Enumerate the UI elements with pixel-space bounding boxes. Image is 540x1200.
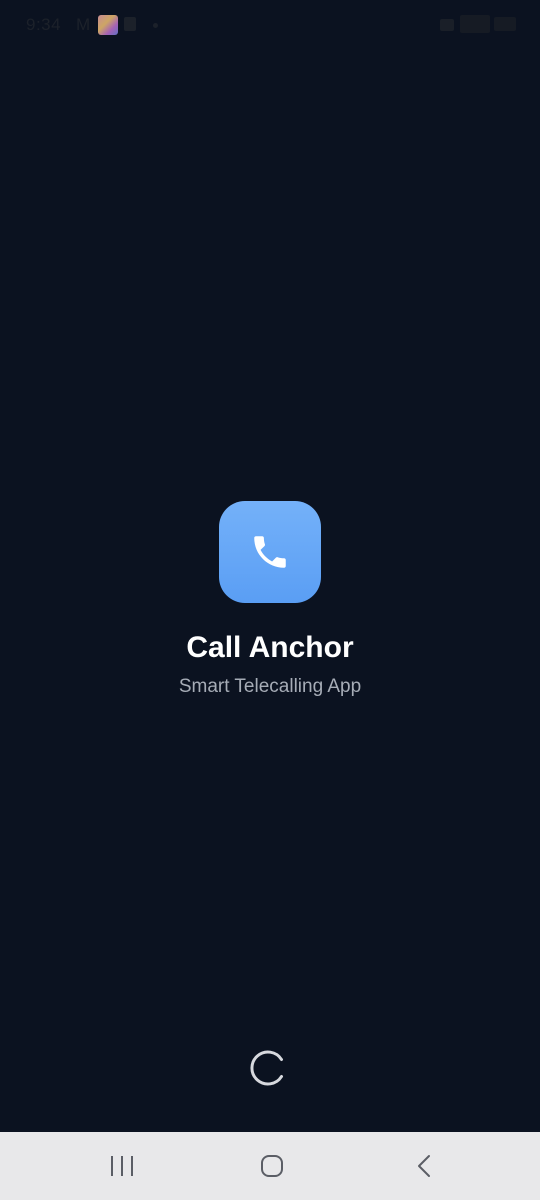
- status-right-icons: [440, 15, 516, 35]
- home-button[interactable]: [232, 1132, 312, 1200]
- back-button[interactable]: [384, 1132, 464, 1200]
- app-thumbnail-icon: [98, 15, 118, 35]
- wifi-icon: [440, 19, 454, 31]
- loading-spinner-icon: [250, 1050, 283, 1086]
- recents-icon: [111, 1156, 133, 1176]
- splash-screen: 9:34 M Call Anchor Smart Telecalling App: [0, 0, 540, 1200]
- app-subtitle: Smart Telecalling App: [178, 676, 362, 697]
- recents-button[interactable]: [82, 1132, 162, 1200]
- home-icon: [261, 1155, 283, 1177]
- status-bar: 9:34 M: [0, 0, 540, 52]
- carrier-icon: M: [76, 15, 91, 34]
- navigation-bar: [0, 1132, 540, 1200]
- notification-badge-icon: [124, 17, 136, 31]
- signal-icon: [460, 15, 490, 33]
- app-title: Call Anchor: [186, 631, 354, 664]
- back-icon: [418, 1155, 430, 1177]
- status-time: 9:34: [26, 15, 62, 34]
- battery-icon: [494, 17, 516, 31]
- app-logo: [219, 501, 321, 603]
- phone-icon: [254, 536, 286, 568]
- notification-dot-icon: [153, 23, 158, 28]
